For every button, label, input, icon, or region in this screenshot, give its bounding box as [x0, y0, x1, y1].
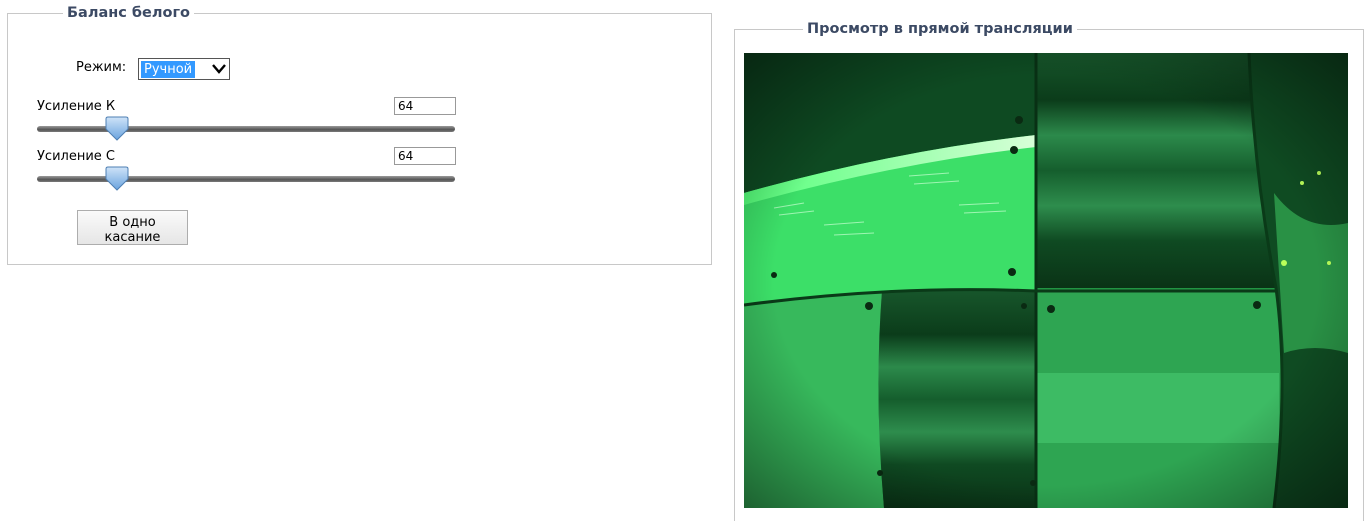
camera-image: [744, 53, 1348, 508]
gain-r-label: Усиление К: [37, 99, 116, 114]
gain-b-slider-track[interactable]: [37, 176, 455, 182]
mode-label: Режим:: [76, 60, 127, 75]
mode-select[interactable]: Ручной: [138, 58, 230, 80]
slider-thumb-icon: [105, 116, 129, 141]
gain-r-slider-thumb[interactable]: [104, 116, 130, 142]
gain-r-slider-track[interactable]: [37, 126, 455, 132]
white-balance-title: Баланс белого: [67, 5, 190, 21]
gain-b-slider-thumb[interactable]: [104, 166, 130, 192]
gain-b-input[interactable]: [394, 147, 456, 165]
slider-thumb-icon: [105, 166, 129, 191]
live-video-feed[interactable]: [744, 53, 1348, 508]
chevron-down-icon[interactable]: [211, 61, 227, 77]
gain-r-input[interactable]: [394, 97, 456, 115]
one-push-button[interactable]: В одно касание: [77, 210, 188, 245]
mode-selected-value: Ручной: [141, 60, 196, 78]
gain-b-label: Усиление С: [37, 149, 115, 164]
live-view-title: Просмотр в прямой трансляции: [807, 21, 1073, 37]
